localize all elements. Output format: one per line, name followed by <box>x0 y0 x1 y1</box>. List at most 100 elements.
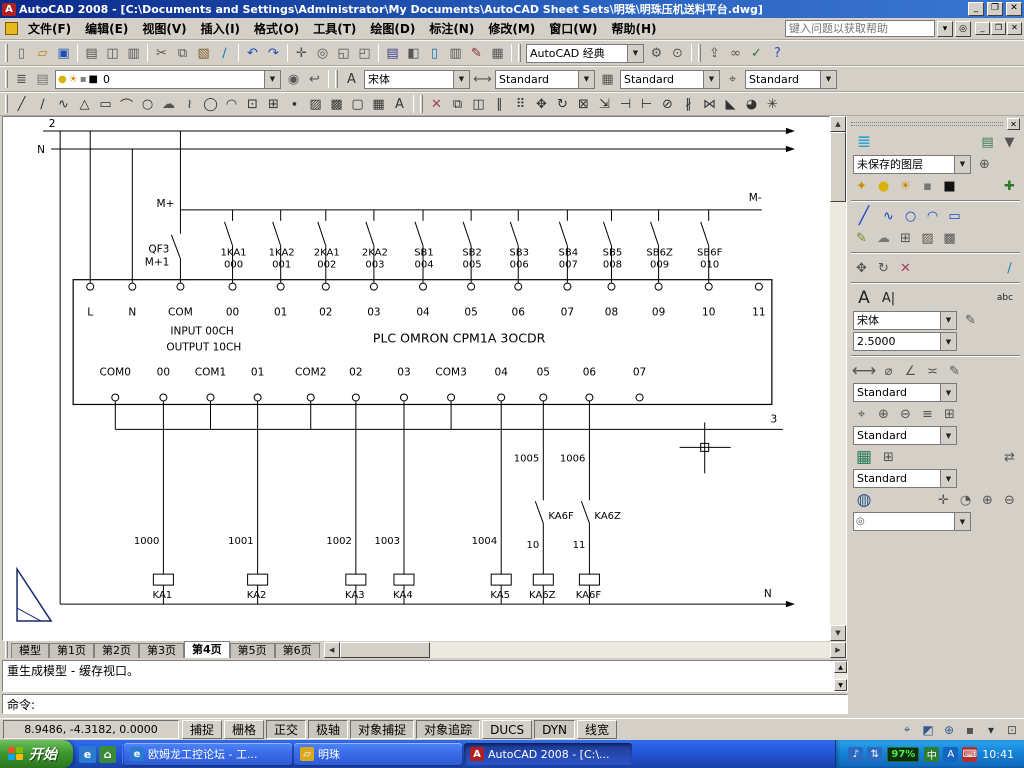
volume-tray-icon[interactable]: ♪ <box>848 747 863 762</box>
tab-page3[interactable]: 第3页 <box>139 643 184 658</box>
region-icon[interactable]: ▢ <box>347 94 368 114</box>
vertical-scroll-track[interactable] <box>830 202 846 625</box>
command-scroll-down-icon[interactable]: ▼ <box>834 679 847 691</box>
array-icon[interactable]: ⠿ <box>510 94 531 114</box>
ellipse-arc-icon[interactable]: ◠ <box>221 94 242 114</box>
hatch-icon[interactable]: ▨ <box>305 94 326 114</box>
open-file-icon[interactable]: ▱ <box>32 43 53 63</box>
tab-page2[interactable]: 第2页 <box>94 643 139 658</box>
mdi-restore-button[interactable]: ❐ <box>991 22 1006 35</box>
command-scrollbar[interactable]: ▲ ▼ <box>834 661 847 691</box>
toggle-ducs[interactable]: DUCS <box>482 720 532 739</box>
scroll-down-icon[interactable]: ▼ <box>830 625 846 641</box>
pan-tool-icon[interactable]: ✛ <box>933 490 954 510</box>
panel-text-style-combo[interactable]: 宋体▼ <box>853 311 957 330</box>
clean-screen-icon[interactable]: ⊡ <box>1003 721 1021 739</box>
quick-dim-icon[interactable]: ≍ <box>922 361 943 381</box>
save-icon[interactable]: ▣ <box>53 43 74 63</box>
point-icon[interactable]: ∙ <box>284 94 305 114</box>
table-style-combo[interactable]: Standard▼ <box>620 70 720 89</box>
rect-tool-icon[interactable]: ▭ <box>944 206 965 226</box>
task-autocad[interactable]: AAutoCAD 2008 - [C:\... <box>464 743 632 765</box>
publish-icon[interactable]: ▥ <box>123 43 144 63</box>
tab-page1[interactable]: 第1页 <box>49 643 94 658</box>
scroll-up-icon[interactable]: ▲ <box>830 116 846 132</box>
toggle-grid[interactable]: 栅格 <box>224 720 264 739</box>
layers-palette-icon[interactable]: ≣ <box>851 132 877 152</box>
ime-chinese-icon[interactable]: 中 <box>924 747 939 762</box>
menu-draw[interactable]: 绘图(D) <box>363 19 422 39</box>
navigate-sphere-icon[interactable]: ◍ <box>851 490 877 510</box>
dim-edit-icon[interactable]: ✎ <box>944 361 965 381</box>
gradient-icon[interactable]: ▩ <box>326 94 347 114</box>
zoom-realtime-icon[interactable]: ◎ <box>312 43 333 63</box>
orbit-tool-icon[interactable]: ◔ <box>955 490 976 510</box>
block-tool-icon[interactable]: ⊞ <box>895 228 916 248</box>
mleader-icon[interactable]: ⌖ <box>851 404 872 424</box>
toggle-lwt[interactable]: 线宽 <box>577 720 617 739</box>
menu-file[interactable]: 文件(F) <box>21 19 78 39</box>
paste-icon[interactable]: ▧ <box>193 43 214 63</box>
panel-close-icon[interactable]: ✕ <box>1007 118 1020 130</box>
move-tool-icon[interactable]: ✥ <box>851 258 872 278</box>
line-icon[interactable]: ╱ <box>11 94 32 114</box>
aligned-dim-icon[interactable]: ⌀ <box>878 361 899 381</box>
tab-page6[interactable]: 第6页 <box>275 643 320 658</box>
toolbar-grip[interactable] <box>420 95 423 113</box>
plot-preview-icon[interactable]: ◫ <box>102 43 123 63</box>
polyline-tool-icon[interactable]: ∿ <box>878 206 899 226</box>
toolbar-grip[interactable] <box>335 70 338 88</box>
gradient-tool-icon[interactable]: ▩ <box>939 228 960 248</box>
mleader-remove-icon[interactable]: ⊖ <box>895 404 916 424</box>
revcloud-icon[interactable]: ☁ <box>158 94 179 114</box>
annotation-visibility-icon[interactable]: ◩ <box>919 721 937 739</box>
designcenter-icon[interactable]: ◧ <box>403 43 424 63</box>
zoom-in-tool-icon[interactable]: ⊕ <box>977 490 998 510</box>
make-block-icon[interactable]: ⊞ <box>263 94 284 114</box>
layer-properties-icon[interactable]: ≣ <box>11 69 32 89</box>
binoculars-search-icon[interactable]: ◎ <box>955 21 971 37</box>
my-workspace-icon[interactable]: ⊙ <box>667 43 688 63</box>
annotation-scale-icon[interactable]: ⌖ <box>898 721 916 739</box>
tab-model[interactable]: 模型 <box>11 643 49 658</box>
scroll-right-icon[interactable]: ▶ <box>830 642 846 658</box>
mleader-align-icon[interactable]: ≡ <box>917 404 938 424</box>
panel-dim-style-combo-arrow-icon[interactable]: ▼ <box>940 384 956 401</box>
mleader-add-icon[interactable]: ⊕ <box>873 404 894 424</box>
table-style-combo-arrow-icon[interactable]: ▼ <box>703 71 719 88</box>
layer-list-icon[interactable]: ▤ <box>977 132 998 152</box>
canvas-vertical-scrollbar[interactable]: ▲ ▼ <box>830 116 846 641</box>
spline-icon[interactable]: ≀ <box>179 94 200 114</box>
arc-icon[interactable]: ⌒ <box>116 94 137 114</box>
mleader-style-icon[interactable]: ⌖ <box>722 69 743 89</box>
insert-block-icon[interactable]: ⊡ <box>242 94 263 114</box>
canvas-horizontal-scrollbar[interactable]: ◀ ▶ <box>324 642 846 658</box>
rectangle-icon[interactable]: ▭ <box>95 94 116 114</box>
horizontal-scroll-thumb[interactable] <box>340 642 430 658</box>
toggle-snap[interactable]: 捕捉 <box>182 720 222 739</box>
markup-manager-icon[interactable]: ✎ <box>466 43 487 63</box>
toolbar-grip[interactable] <box>518 44 521 62</box>
find-combo-arrow-icon[interactable]: ▼ <box>954 513 970 530</box>
undo-icon[interactable]: ↶ <box>242 43 263 63</box>
layer-isolate-icon[interactable]: ✦ <box>851 176 872 196</box>
dim-style-combo-arrow-icon[interactable]: ▼ <box>578 71 594 88</box>
polygon-icon[interactable]: △ <box>74 94 95 114</box>
line-tool-icon[interactable]: ╱ <box>851 206 877 226</box>
layer-states-combo-arrow-icon[interactable]: ▼ <box>954 156 970 173</box>
layer-combo[interactable]: ●☀▪■0▼ <box>55 70 281 89</box>
quickcalc-icon[interactable]: ▦ <box>487 43 508 63</box>
dim-style-combo[interactable]: Standard▼ <box>495 70 595 89</box>
help-icon[interactable]: ? <box>767 43 788 63</box>
polyline-icon[interactable]: ∿ <box>53 94 74 114</box>
minimize-button[interactable]: _ <box>968 2 984 16</box>
zoom-out-tool-icon[interactable]: ⊖ <box>999 490 1020 510</box>
panel-table-style-combo-arrow-icon[interactable]: ▼ <box>940 470 956 487</box>
drawing-canvas[interactable]: 2NNM+QF3M+1M-1KA10001KA20012KA10022KA200… <box>2 116 830 641</box>
network-tray-icon[interactable]: ⇅ <box>867 747 882 762</box>
linear-dim-icon[interactable]: ⟷ <box>851 361 877 381</box>
panel-dim-style-combo[interactable]: Standard▼ <box>853 383 957 402</box>
table-palette-icon[interactable]: ▦ <box>851 447 877 467</box>
menu-help[interactable]: 帮助(H) <box>604 19 663 39</box>
toggle-ortho[interactable]: 正交 <box>266 720 306 739</box>
